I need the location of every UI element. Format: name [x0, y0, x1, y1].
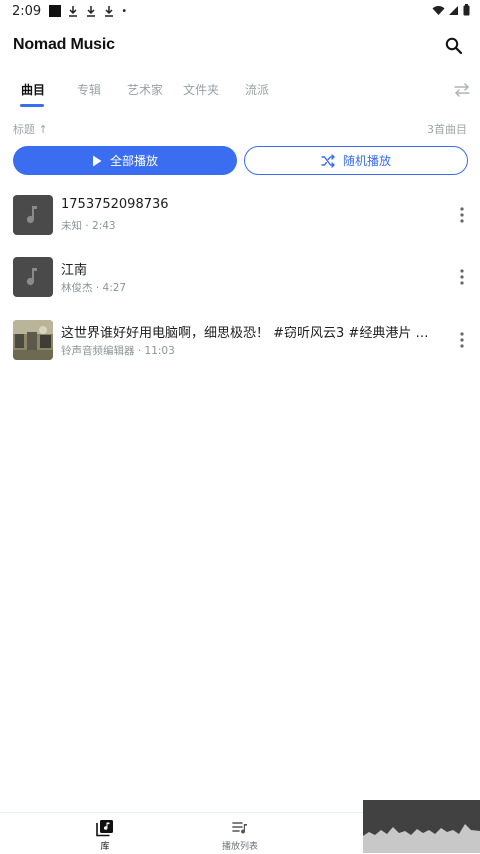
app-title: Nomad Music	[13, 36, 115, 53]
shuffle-icon	[321, 153, 335, 168]
sort-by-title-button[interactable]: 标题 ↑	[13, 121, 48, 137]
more-vertical-icon	[460, 269, 464, 285]
playlist-icon	[232, 822, 247, 834]
sort-toggle-button[interactable]	[452, 80, 472, 100]
track-more-button[interactable]	[452, 267, 472, 287]
play-icon	[92, 155, 102, 166]
play-all-button[interactable]: 全部播放	[13, 146, 237, 175]
track-row[interactable]: 江南 林俊杰 · 4:27	[0, 255, 480, 299]
album-art	[13, 257, 53, 297]
nav-library[interactable]: 库	[65, 819, 145, 852]
mini-player[interactable]	[363, 800, 480, 853]
shuffle-button[interactable]: 随机播放	[244, 146, 468, 175]
more-vertical-icon	[460, 207, 464, 223]
more-vertical-icon	[460, 332, 464, 348]
download-icon	[105, 6, 114, 17]
tab-folders[interactable]: 文件夹	[183, 81, 219, 98]
app-notification-icon	[49, 5, 62, 17]
tab-artists[interactable]: 艺术家	[127, 81, 163, 98]
nav-playlists[interactable]: 播放列表	[200, 819, 280, 852]
track-row[interactable]: 这世界谁好好用电脑啊，细思极恐！ #窃听风云3 #经典港片 #电影… 铃声音频编…	[0, 318, 480, 362]
track-more-button[interactable]	[452, 205, 472, 225]
search-icon	[445, 37, 463, 55]
status-time: 2:09	[12, 3, 42, 19]
tab-indicator	[20, 104, 44, 107]
app-bar: Nomad Music	[0, 26, 480, 66]
library-music-icon	[96, 820, 113, 837]
nav-playlists-label: 播放列表	[221, 842, 258, 852]
track-subtitle: 铃声音频编辑器 · 11:03	[61, 345, 175, 357]
library-tabs: 曲目 专辑 艺术家 文件夹 流派	[0, 72, 480, 108]
search-button[interactable]	[442, 34, 466, 58]
track-row[interactable]: 1753752098736 未知 · 2:43	[0, 193, 480, 237]
swap-arrows-icon	[454, 83, 470, 97]
track-count: 3首曲目	[427, 123, 467, 136]
album-art	[13, 195, 53, 235]
shuffle-label: 随机播放	[342, 154, 391, 168]
track-title: 这世界谁好好用电脑啊，细思极恐！ #窃听风云3 #经典港片 #电影…	[61, 326, 431, 341]
download-icon	[87, 6, 96, 17]
tab-tracks[interactable]: 曲目	[21, 81, 45, 98]
waveform-icon	[363, 800, 480, 853]
nav-library-label: 库	[100, 842, 110, 852]
track-more-button[interactable]	[452, 330, 472, 350]
track-title: 1753752098736	[61, 197, 169, 212]
download-icon	[69, 6, 78, 17]
status-notifications: •	[49, 5, 127, 17]
music-note-icon	[26, 268, 37, 286]
wifi-icon	[432, 5, 445, 15]
play-all-label: 全部播放	[109, 154, 158, 168]
system-indicators	[432, 4, 470, 16]
album-art-photo	[13, 320, 53, 360]
track-title: 江南	[61, 263, 88, 278]
signal-icon	[449, 5, 458, 15]
video-thumbnail-image	[13, 320, 53, 360]
track-subtitle: 未知 · 2:43	[61, 220, 116, 232]
list-meta: 标题 ↑ 3首曲目	[0, 118, 480, 138]
tab-genres[interactable]: 流派	[245, 81, 269, 98]
status-bar: 2:09 •	[0, 0, 480, 22]
track-subtitle: 林俊杰 · 4:27	[61, 282, 127, 294]
more-notifications-dot-icon: •	[121, 5, 128, 17]
tab-albums[interactable]: 专辑	[77, 81, 101, 98]
music-note-icon	[26, 206, 37, 224]
battery-icon	[463, 4, 470, 16]
